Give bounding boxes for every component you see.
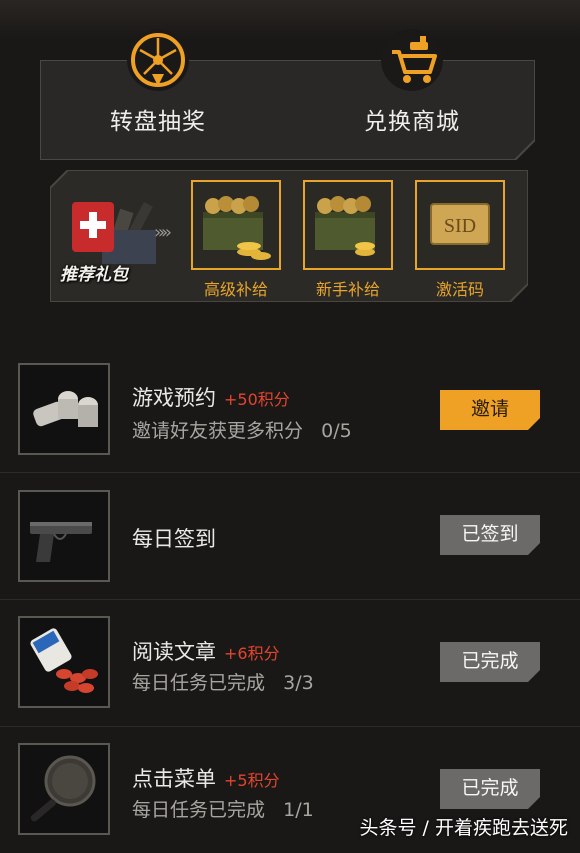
gift-panel[interactable]: 推荐礼包 »» 高级补给 新手补给 SID 激活码 xyxy=(50,170,528,302)
task-points: +5积分 xyxy=(224,771,280,790)
shop-cart-icon xyxy=(381,29,443,91)
invite-button[interactable]: 邀请 xyxy=(440,390,540,430)
task-title: 阅读文章 +6积分 xyxy=(132,636,280,666)
task-points: +6积分 xyxy=(224,644,280,663)
task-row: 游戏预约 +50积分 邀请好友获更多积分 0/5 邀请 xyxy=(0,346,580,473)
task-title-text: 点击菜单 xyxy=(132,767,216,791)
task-progress: 0/5 xyxy=(321,420,352,442)
checked-in-button[interactable]: 已签到 xyxy=(440,515,540,555)
nav-panel: 转盘抽奖 兑换商城 xyxy=(40,29,535,160)
activation-card-icon: SID xyxy=(415,180,505,270)
nav-label-shop: 兑换商城 xyxy=(364,109,460,135)
task-progress: 1/1 xyxy=(283,799,314,821)
supply-caption-novice: 新手补给 xyxy=(315,280,380,299)
completed-button[interactable]: 已完成 xyxy=(440,769,540,809)
task-title-text: 游戏预约 xyxy=(132,386,216,410)
task-subtitle-text: 每日任务已完成 xyxy=(132,672,266,694)
task-row: 阅读文章 +6积分 每日任务已完成 3/3 已完成 xyxy=(0,600,580,727)
task-title: 点击菜单 +5积分 xyxy=(132,763,280,793)
supply-item-novice[interactable]: 新手补给 xyxy=(302,180,394,300)
nav-label-wheel: 转盘抽奖 xyxy=(110,109,206,135)
task-subtitle-text: 邀请好友获更多积分 xyxy=(132,420,304,442)
task-title-text: 阅读文章 xyxy=(132,640,216,664)
supply-item-activation-code[interactable]: SID 激活码 xyxy=(414,180,506,300)
task-title: 游戏预约 +50积分 xyxy=(132,382,290,412)
arrows-icon: »» xyxy=(154,222,172,243)
completed-button[interactable]: 已完成 xyxy=(440,642,540,682)
gold-supply-crate-icon xyxy=(191,180,281,270)
watermark: 头条号 / 开着疾跑去送死 xyxy=(359,817,568,839)
task-points: +50积分 xyxy=(224,390,290,409)
task-title: 每日签到 xyxy=(132,523,216,553)
nav-item-wheel[interactable]: 转盘抽奖 xyxy=(78,28,238,136)
task-subtitle: 每日任务已完成 3/3 xyxy=(132,668,314,695)
task-row: 每日签到 已签到 xyxy=(0,473,580,600)
task-subtitle: 每日任务已完成 1/1 xyxy=(132,795,314,822)
task-title-text: 每日签到 xyxy=(132,527,216,551)
supply-caption-advanced: 高级补给 xyxy=(203,280,268,299)
task-subtitle-text: 每日任务已完成 xyxy=(132,799,266,821)
wheel-icon xyxy=(127,29,189,91)
canned-food-icon xyxy=(18,363,110,455)
pill-bottle-icon xyxy=(18,616,110,708)
supply-crate-icon xyxy=(303,180,393,270)
supply-caption-activation-code: 激活码 xyxy=(435,280,484,299)
task-progress: 3/3 xyxy=(283,672,314,694)
gift-label: 推荐礼包 xyxy=(60,265,128,285)
activation-card-text: SID xyxy=(444,215,476,237)
task-subtitle: 邀请好友获更多积分 0/5 xyxy=(132,416,352,443)
supply-item-advanced[interactable]: 高级补给 xyxy=(190,180,282,300)
nav-item-shop[interactable]: 兑换商城 xyxy=(332,28,492,136)
pistol-icon xyxy=(18,490,110,582)
frying-pan-icon xyxy=(18,743,110,835)
